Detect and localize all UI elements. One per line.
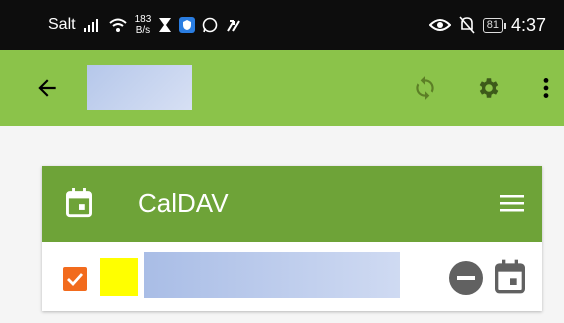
status-right: 81 4:37 [428, 0, 546, 50]
wifi-icon [108, 18, 127, 32]
signal-icon [83, 19, 98, 32]
arrow-back-icon[interactable] [34, 75, 60, 101]
shield-icon [179, 17, 196, 33]
caldav-account-card: CalDAV [42, 166, 542, 311]
remove-circle-icon[interactable] [448, 260, 484, 296]
carrier-label: Salt [48, 16, 76, 33]
card-title: CalDAV [138, 188, 229, 218]
calendar-checkbox[interactable] [63, 267, 87, 291]
calendar-name-redacted [144, 252, 400, 298]
eye-icon [428, 19, 451, 31]
clock: 4:37 [510, 14, 546, 35]
content-area: CalDAV [0, 126, 564, 323]
bell-off-icon [459, 16, 475, 34]
calendar-list-item[interactable] [42, 242, 542, 311]
battery-icon: 81 [482, 17, 507, 33]
gear-icon[interactable] [476, 75, 502, 101]
calendar-icon[interactable] [494, 259, 526, 295]
whatsapp-icon [202, 17, 218, 33]
page-title-redacted [87, 65, 192, 110]
calendar-color-swatch[interactable] [100, 258, 138, 296]
hourglass-icon [159, 18, 172, 32]
calendar-icon [66, 188, 92, 218]
status-left: Salt 183 B/s [48, 0, 241, 50]
card-header: CalDAV [42, 166, 542, 242]
status-bar: Salt 183 B/s 81 4:37 [0, 0, 564, 50]
more-vert-icon[interactable] [533, 75, 559, 101]
sync-icon[interactable] [412, 75, 438, 101]
hamburger-menu-icon[interactable] [500, 194, 524, 212]
app-bar [0, 50, 564, 126]
data-saver-icon [227, 20, 241, 32]
net-speed: 183 B/s [134, 14, 152, 36]
